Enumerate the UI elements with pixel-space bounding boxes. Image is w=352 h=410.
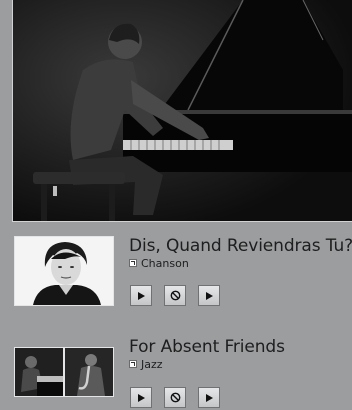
track-title[interactable]: For Absent Friends (129, 337, 285, 357)
play-button[interactable] (130, 285, 152, 306)
hero-image (12, 0, 352, 222)
player-controls (130, 285, 220, 306)
external-link-icon (129, 360, 137, 368)
play-next-button[interactable] (198, 387, 220, 408)
player-controls (130, 387, 220, 408)
track-title[interactable]: Dis, Quand Reviendras Tu? (129, 236, 352, 256)
stop-button[interactable] (164, 285, 186, 306)
track-thumbnail[interactable] (14, 236, 114, 306)
stop-button[interactable] (164, 387, 186, 408)
genre-link[interactable]: Chanson (141, 257, 189, 270)
genre-row: Jazz (129, 358, 163, 371)
portrait-woman-photo (15, 237, 113, 305)
jazz-duo-photo (15, 348, 113, 396)
pianist-photo (13, 0, 352, 221)
play-icon (138, 393, 145, 402)
genre-link[interactable]: Jazz (141, 358, 163, 371)
genre-row: Chanson (129, 257, 189, 270)
play-button[interactable] (130, 387, 152, 408)
stop-icon (170, 290, 180, 301)
play-next-button[interactable] (198, 285, 220, 306)
track-thumbnail[interactable] (14, 347, 114, 397)
play-icon (138, 291, 145, 300)
play-next-icon (206, 393, 213, 402)
play-next-icon (206, 291, 213, 300)
stop-icon (170, 392, 180, 403)
external-link-icon (129, 259, 137, 267)
